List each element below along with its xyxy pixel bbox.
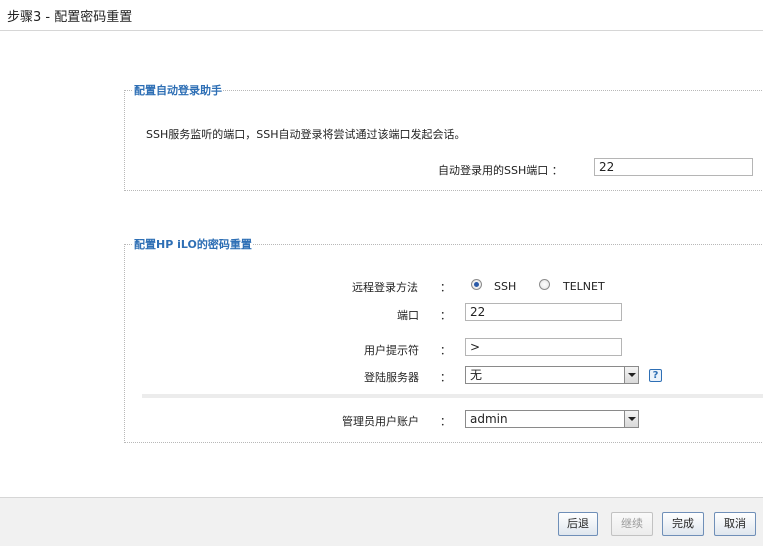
finish-button[interactable]: 完成: [662, 512, 704, 536]
user-prompt-colon: ：: [440, 344, 451, 357]
divider: [142, 394, 763, 398]
port-colon: ：: [440, 309, 451, 322]
continue-button[interactable]: 继续: [611, 512, 653, 536]
port-label: 端口: [397, 309, 419, 322]
wizard-window: 步骤3 - 配置密码重置 配置自动登录助手 SSH服务监听的端口，SSH自动登录…: [0, 0, 763, 546]
cancel-button[interactable]: 取消: [714, 512, 756, 536]
login-server-select[interactable]: 无: [465, 366, 639, 384]
login-server-colon: ：: [440, 371, 451, 384]
hp-ilo-legend: 配置HP iLO的密码重置: [134, 238, 252, 251]
admin-account-select[interactable]: admin: [465, 410, 639, 428]
auto-login-description: SSH服务监听的端口，SSH自动登录将尝试通过该端口发起会话。: [146, 128, 466, 141]
title-bar: 步骤3 - 配置密码重置: [0, 0, 763, 31]
login-server-label: 登陆服务器: [364, 371, 419, 384]
footer-bar: 后退 继续 完成 取消: [0, 497, 763, 546]
admin-account-value: admin: [470, 412, 508, 426]
chevron-down-icon[interactable]: [624, 411, 638, 427]
back-button[interactable]: 后退: [558, 512, 598, 536]
user-prompt-label: 用户提示符: [364, 344, 419, 357]
ssh-radio-label[interactable]: SSH: [494, 280, 516, 293]
ssh-port-label: 自动登录用的SSH端口 ：: [438, 164, 563, 177]
login-server-value: 无: [470, 368, 483, 382]
window-title: 步骤3 - 配置密码重置: [7, 10, 133, 25]
chevron-down-icon[interactable]: [624, 367, 638, 383]
ssh-port-input[interactable]: 22: [594, 158, 753, 176]
hp-ilo-group: 配置HP iLO的密码重置: [124, 236, 763, 443]
help-icon[interactable]: ?: [649, 369, 662, 382]
telnet-radio[interactable]: [539, 279, 550, 290]
admin-account-colon: ：: [440, 415, 451, 428]
telnet-radio-label[interactable]: TELNET: [563, 280, 605, 293]
ssh-radio[interactable]: [471, 279, 482, 290]
port-input[interactable]: 22: [465, 303, 622, 321]
remote-login-colon: ：: [440, 281, 451, 294]
admin-account-label: 管理员用户账户: [342, 415, 419, 428]
remote-login-label: 远程登录方法: [352, 281, 418, 294]
user-prompt-input[interactable]: >: [465, 338, 622, 356]
auto-login-legend: 配置自动登录助手: [134, 84, 222, 97]
